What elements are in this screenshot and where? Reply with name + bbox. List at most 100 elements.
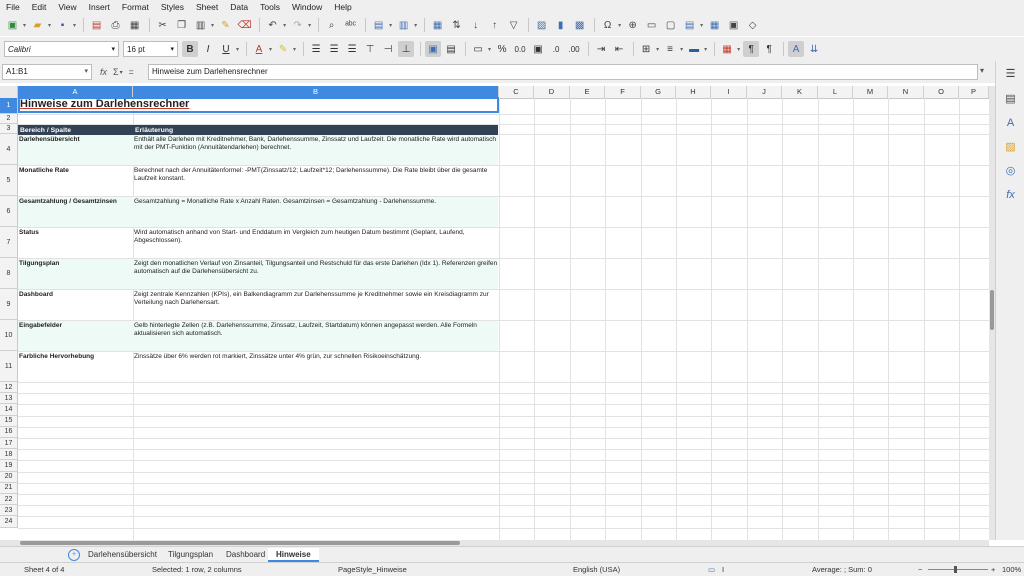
text-orientation-icon[interactable]: A bbox=[788, 41, 805, 57]
row-header-14[interactable]: 14 bbox=[0, 404, 18, 416]
cell-explanation[interactable]: Enthält alle Darlehen mit Kreditnehmer, … bbox=[133, 134, 499, 165]
menu-format[interactable]: Format bbox=[116, 0, 155, 14]
cell-explanation[interactable]: Wird automatisch anhand von Start- und E… bbox=[133, 227, 499, 258]
gallery-icon[interactable]: ▨ bbox=[1003, 139, 1018, 154]
name-box[interactable]: A1:B1 ▾ bbox=[2, 64, 92, 80]
highlight-color-icon[interactable]: ✎ bbox=[275, 41, 291, 57]
row-header-19[interactable]: 19 bbox=[0, 460, 18, 472]
column-header-d[interactable]: D bbox=[534, 86, 570, 98]
merge-cells-icon[interactable]: ▤ bbox=[443, 41, 459, 57]
chevron-down-icon[interactable]: ▾ bbox=[618, 22, 621, 29]
menu-help[interactable]: Help bbox=[328, 0, 357, 14]
row-header-20[interactable]: 20 bbox=[0, 471, 18, 483]
freeze-rows-icon[interactable]: ▦ bbox=[706, 17, 723, 34]
vertical-text-icon[interactable]: ⇊ bbox=[806, 41, 822, 57]
cut-icon[interactable]: ✂ bbox=[154, 17, 171, 34]
row-header-7[interactable]: 7 bbox=[0, 227, 18, 258]
align-middle-icon[interactable]: ⊣ bbox=[380, 41, 396, 57]
column-header-f[interactable]: F bbox=[605, 86, 641, 98]
chevron-down-icon[interactable]: ▾ bbox=[23, 22, 26, 29]
menu-insert[interactable]: Insert bbox=[83, 0, 116, 14]
properties-icon[interactable]: ▤ bbox=[1003, 91, 1018, 106]
save-icon[interactable]: ▪ bbox=[54, 17, 71, 34]
zoom-level[interactable]: 100% bbox=[1002, 563, 1021, 576]
row-header-1[interactable]: 1 bbox=[0, 98, 18, 114]
chevron-down-icon[interactable]: ▾ bbox=[308, 22, 311, 29]
undo-icon[interactable]: ↶ bbox=[264, 17, 281, 34]
draw-functions-icon[interactable]: ◇ bbox=[744, 17, 761, 34]
image-icon[interactable]: ▨ bbox=[533, 17, 550, 34]
cell-explanation[interactable]: Zinssätze über 6% werden rot markiert, Z… bbox=[133, 351, 499, 382]
pivot-table-icon[interactable]: ▩ bbox=[571, 17, 588, 34]
row-header-17[interactable]: 17 bbox=[0, 438, 18, 450]
freeze-icon[interactable]: ▦ bbox=[429, 17, 446, 34]
column-header-i[interactable]: I bbox=[711, 86, 747, 98]
chevron-down-icon[interactable]: ▾ bbox=[704, 46, 707, 53]
tab-tilgungsplan[interactable]: Tilgungsplan bbox=[160, 548, 221, 562]
column-header-n[interactable]: N bbox=[888, 86, 924, 98]
styles-icon[interactable]: A bbox=[1003, 115, 1018, 130]
chevron-down-icon[interactable]: ▾ bbox=[170, 45, 174, 53]
print-icon[interactable]: ⎙ bbox=[107, 17, 124, 34]
open-folder-icon[interactable]: ▰ bbox=[29, 17, 46, 34]
column-header-o[interactable]: O bbox=[924, 86, 959, 98]
increase-indent-icon[interactable]: ⇥ bbox=[593, 41, 609, 57]
sum-icon[interactable]: Σ bbox=[113, 67, 119, 77]
row-header-9[interactable]: 9 bbox=[0, 289, 18, 320]
expand-formula-icon[interactable]: ▾ bbox=[980, 66, 984, 75]
font-color-icon[interactable]: A bbox=[251, 41, 267, 57]
cell-area-label[interactable]: Gesamtzahlung / Gesamtzinsen bbox=[18, 196, 133, 227]
underline-button[interactable]: U bbox=[218, 41, 234, 57]
column-header-p[interactable]: P bbox=[959, 86, 989, 98]
cell-area-label[interactable]: Monatliche Rate bbox=[18, 165, 133, 196]
currency-format-icon[interactable]: ▭ bbox=[470, 41, 486, 57]
menu-view[interactable]: View bbox=[52, 0, 82, 14]
align-bottom-icon[interactable]: ⊥ bbox=[398, 41, 415, 57]
border-style-icon[interactable]: ≡ bbox=[662, 41, 678, 57]
sort-ascending-icon[interactable]: ↓ bbox=[467, 17, 484, 34]
special-character-icon[interactable]: Ω bbox=[599, 17, 616, 34]
menu-file[interactable]: File bbox=[0, 0, 26, 14]
sidebar-menu-icon[interactable]: ☰ bbox=[1003, 66, 1018, 81]
column-header-j[interactable]: J bbox=[747, 86, 782, 98]
menu-styles[interactable]: Styles bbox=[155, 0, 190, 14]
border-color-icon[interactable]: ▬ bbox=[686, 41, 702, 57]
row-header-8[interactable]: 8 bbox=[0, 258, 18, 289]
status-page-style[interactable]: PageStyle_Hinweise bbox=[338, 563, 407, 576]
sort-icon[interactable]: ⇅ bbox=[448, 17, 465, 34]
copy-icon[interactable]: ❐ bbox=[173, 17, 190, 34]
spelling-icon[interactable]: ᵃᵇᶜ bbox=[342, 17, 359, 34]
chevron-down-icon[interactable]: ▾ bbox=[236, 46, 239, 53]
export-pdf-icon[interactable]: ▤ bbox=[88, 17, 105, 34]
align-center-icon[interactable]: ☰ bbox=[326, 41, 342, 57]
status-summary[interactable]: Average: ; Sum: 0 bbox=[812, 563, 872, 576]
print-preview-icon[interactable]: ▦ bbox=[126, 17, 143, 34]
column-header-h[interactable]: H bbox=[676, 86, 711, 98]
row-header-2[interactable]: 2 bbox=[0, 114, 18, 124]
chevron-down-icon[interactable]: ▾ bbox=[680, 46, 683, 53]
column-header-e[interactable]: E bbox=[570, 86, 605, 98]
sheet-title[interactable]: Hinweise zum Darlehensrechner bbox=[20, 98, 189, 110]
chevron-down-icon[interactable]: ▾ bbox=[211, 22, 214, 29]
clear-formatting-icon[interactable]: ⌫ bbox=[236, 17, 253, 34]
menu-window[interactable]: Window bbox=[286, 0, 328, 14]
add-decimal-icon[interactable]: .0 bbox=[548, 41, 564, 57]
function-wizard-icon[interactable]: fx bbox=[100, 67, 107, 77]
menu-tools[interactable]: Tools bbox=[254, 0, 286, 14]
column-header-m[interactable]: M bbox=[853, 86, 888, 98]
find-replace-icon[interactable]: ⌕ bbox=[323, 17, 340, 34]
selection-mode-icon[interactable]: ▭ bbox=[708, 563, 715, 576]
number-format-icon[interactable]: 0.0 bbox=[512, 41, 528, 57]
row-header-23[interactable]: 23 bbox=[0, 505, 18, 517]
cell-area-label[interactable]: Eingabefelder bbox=[18, 320, 133, 351]
cell-explanation[interactable]: Gelb hinterlegte Zellen (z.B. Darlehenss… bbox=[133, 320, 499, 351]
column-icon[interactable]: ▥ bbox=[395, 17, 412, 34]
align-right-icon[interactable]: ☰ bbox=[344, 41, 360, 57]
chevron-down-icon[interactable]: ▾ bbox=[737, 46, 740, 53]
tab-hinweise[interactable]: Hinweise bbox=[268, 548, 319, 562]
chevron-down-icon[interactable]: ▾ bbox=[700, 22, 703, 29]
menu-sheet[interactable]: Sheet bbox=[190, 0, 224, 14]
row-header-15[interactable]: 15 bbox=[0, 415, 18, 427]
decrease-indent-icon[interactable]: ⇤ bbox=[611, 41, 627, 57]
cell-explanation[interactable]: Berechnet nach der Annuitätenformel: -PM… bbox=[133, 165, 499, 196]
